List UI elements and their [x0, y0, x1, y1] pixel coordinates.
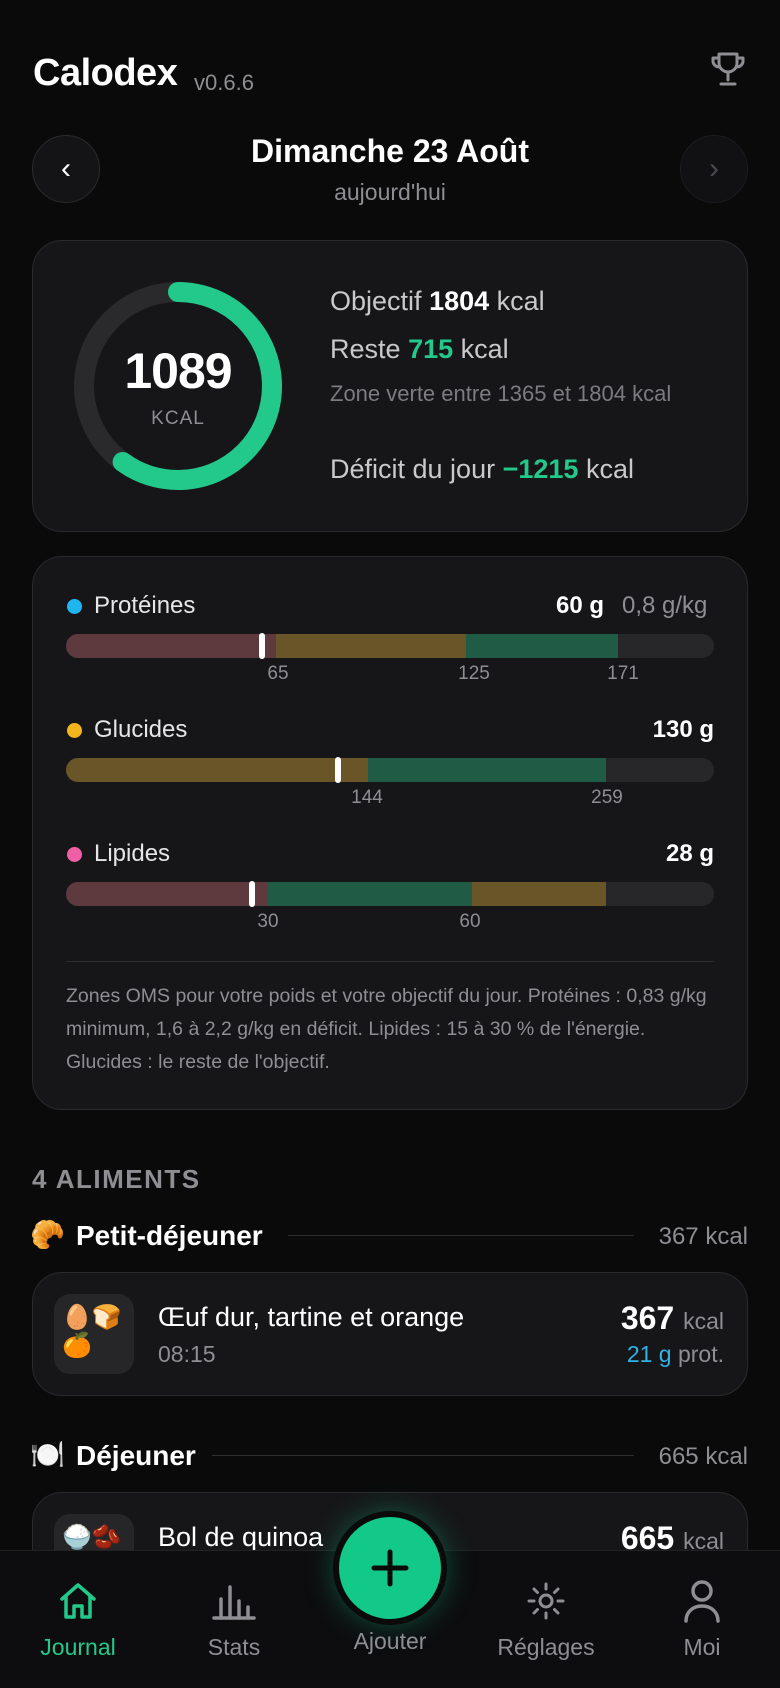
breakfast-divider: [288, 1235, 634, 1236]
breakfast-kcal: 367 kcal: [658, 1223, 748, 1250]
tab-settings-label: Réglages: [497, 1634, 595, 1660]
carbs-marker: [335, 757, 341, 783]
carbs-bar: [66, 758, 714, 782]
app-version: v0.6.6: [194, 70, 254, 95]
plus-icon: [371, 1549, 409, 1587]
trophy-icon[interactable]: [710, 50, 746, 90]
tab-journal-label: Journal: [40, 1634, 116, 1660]
lipids-tick-high: 60: [459, 911, 481, 932]
tab-stats-label: Stats: [207, 1634, 261, 1660]
tab-profile[interactable]: Moi: [637, 1578, 767, 1661]
macros-divider: [66, 961, 714, 962]
tab-profile-label: Moi: [683, 1634, 721, 1660]
food-protein-unit: prot.: [677, 1341, 724, 1367]
food-protein-value: 21 g: [626, 1341, 672, 1367]
objective-line: Objectif 1804 kcal: [330, 286, 545, 317]
protein-marker: [259, 633, 265, 659]
carbs-tick-high: 259: [591, 787, 623, 808]
tab-add[interactable]: Ajouter: [325, 1628, 455, 1655]
tab-journal[interactable]: Journal: [13, 1578, 143, 1661]
objective-label: Objectif: [330, 286, 422, 316]
remaining-unit: kcal: [460, 334, 509, 364]
carbs-tick-low: 144: [351, 787, 383, 808]
lunch-kcal: 665 kcal: [658, 1443, 748, 1470]
protein-dot: [67, 599, 82, 614]
user-icon: [637, 1578, 767, 1624]
deficit-line: Déficit du jour −1215 kcal: [330, 454, 634, 485]
tab-add-label: Ajouter: [353, 1628, 427, 1654]
lunch-divider: [212, 1455, 634, 1456]
lipids-marker: [249, 881, 255, 907]
tab-stats[interactable]: Stats: [169, 1578, 299, 1661]
food-kcal-unit: kcal: [683, 1308, 724, 1334]
bar-chart-icon: [169, 1578, 299, 1624]
date-title: Dimanche 23 Août: [251, 133, 529, 169]
lunch-icon: 🍽️: [30, 1439, 65, 1470]
deficit-value: −1215: [502, 454, 579, 484]
remaining-value: 715: [408, 334, 454, 364]
protein-tick-low: 65: [267, 663, 289, 684]
lipids-bar: [66, 882, 714, 906]
protein-tick-high: 171: [607, 663, 639, 684]
lipids-dot: [67, 847, 82, 862]
date-subtitle: aujourd'hui: [334, 179, 446, 205]
protein-per-kg: 0,8 g/kg: [622, 592, 708, 619]
deficit-unit: kcal: [585, 454, 634, 484]
carbs-value: 130 g: [652, 716, 714, 743]
lipids-tick-low: 30: [257, 911, 279, 932]
macros-note: Zones OMS pour votre poids et votre obje…: [66, 985, 707, 1073]
remaining-label: Reste: [330, 334, 401, 364]
protein-label: Protéines: [94, 592, 196, 619]
tab-settings[interactable]: Réglages: [481, 1578, 611, 1661]
carbs-label: Glucides: [94, 716, 188, 743]
deficit-label: Déficit du jour: [330, 454, 496, 484]
objective-unit: kcal: [496, 286, 545, 316]
food-name: Bol de quinoa: [158, 1522, 324, 1552]
food-time: 08:15: [158, 1341, 216, 1367]
food-name: Œuf dur, tartine et orange: [158, 1302, 465, 1332]
lunch-title: Déjeuner: [76, 1440, 196, 1471]
food-thumbnail: 🥚🍞🍊: [54, 1294, 134, 1374]
green-zone-text: Zone verte entre 1365 et 1804 kcal: [330, 381, 672, 406]
breakfast-icon: 🥐: [30, 1219, 65, 1250]
lipids-label: Lipides: [94, 840, 171, 867]
gear-icon: [481, 1578, 611, 1624]
remaining-line: Reste 715 kcal: [330, 334, 509, 365]
breakfast-title: Petit-déjeuner: [76, 1220, 263, 1251]
lipids-value: 28 g: [665, 840, 714, 867]
food-kcal: 367 kcal: [621, 1300, 724, 1337]
app-title: Calodex: [33, 52, 178, 94]
consumed-kcal-value: 1089: [124, 343, 232, 399]
home-icon: [13, 1578, 143, 1624]
food-count: 4 ALIMENTS: [32, 1164, 201, 1194]
objective-value: 1804: [429, 286, 490, 316]
food-kcal-value: 367: [620, 1300, 675, 1336]
carbs-dot: [67, 723, 82, 738]
next-day-button[interactable]: ›: [680, 135, 748, 203]
add-button[interactable]: [333, 1511, 447, 1625]
consumed-kcal-unit: KCAL: [151, 408, 205, 429]
protein-tick-mid: 125: [458, 663, 490, 684]
protein-value: 60 g: [555, 592, 604, 619]
food-protein: 21 g prot.: [627, 1341, 724, 1368]
protein-bar: [66, 634, 714, 658]
